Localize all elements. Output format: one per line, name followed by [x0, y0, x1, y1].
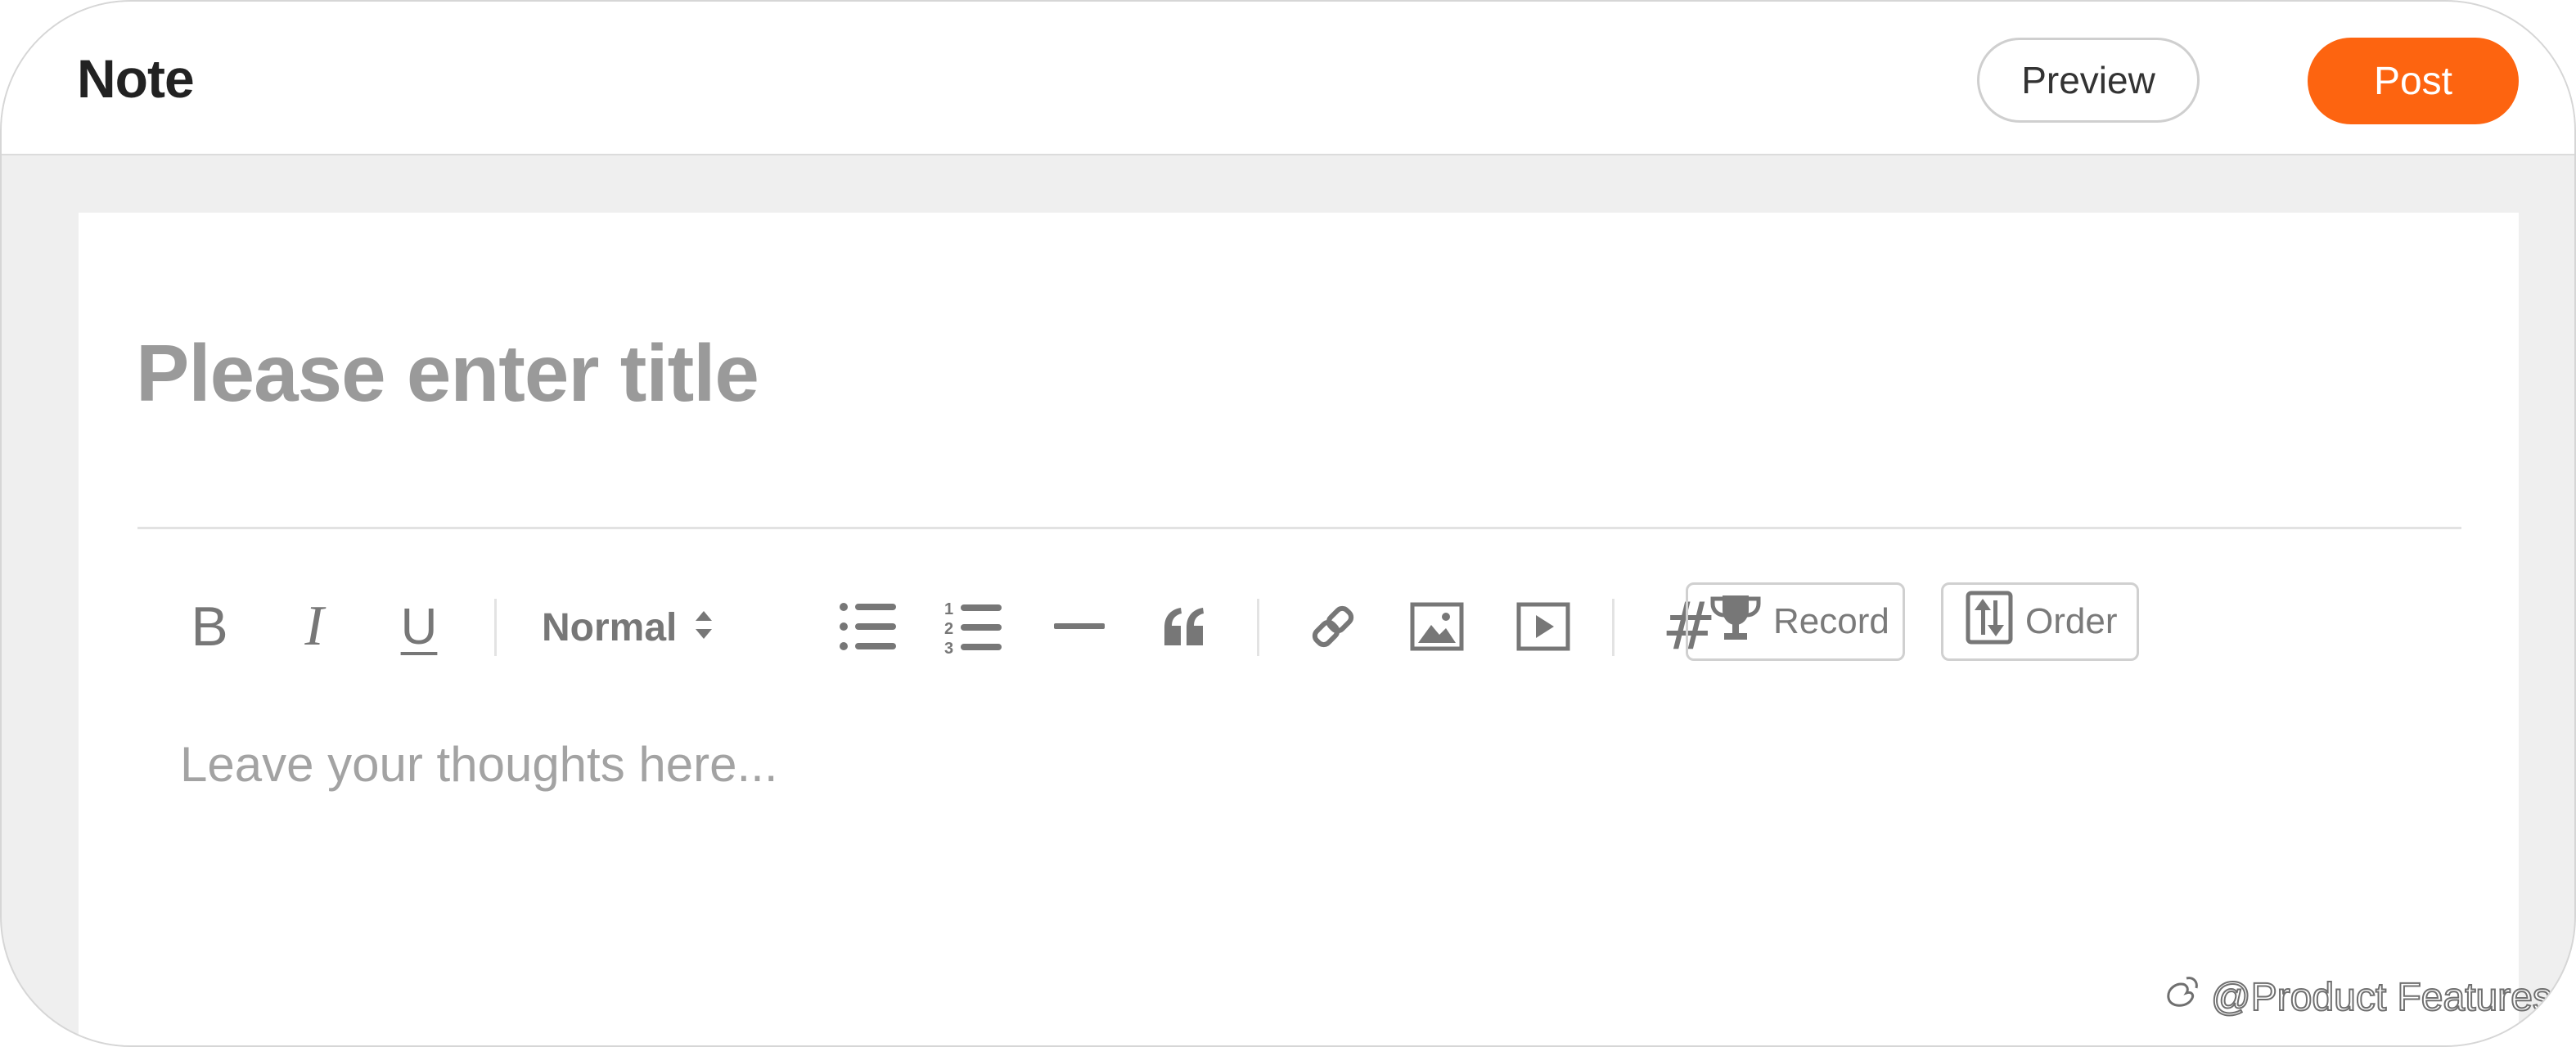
svg-text:1: 1	[944, 600, 953, 618]
italic-button[interactable]: I	[290, 594, 339, 659]
toolbar-separator	[1257, 599, 1259, 656]
title-input[interactable]: Please enter title	[136, 327, 2460, 420]
order-icon	[1965, 591, 2025, 654]
order-button[interactable]: Order	[1941, 582, 2139, 661]
video-button[interactable]	[1515, 594, 1571, 659]
body-input[interactable]: Leave your thoughts here...	[180, 736, 778, 793]
format-select[interactable]: Normal	[542, 592, 713, 663]
record-label: Record	[1773, 601, 1889, 641]
toolbar-separator	[1612, 599, 1615, 656]
order-label: Order	[2025, 601, 2118, 641]
watermark-text: @Product Features	[2210, 975, 2553, 1020]
underline-button[interactable]: U	[394, 592, 444, 661]
preview-button[interactable]: Preview	[1977, 38, 2200, 123]
sort-arrows-icon	[695, 605, 713, 650]
numbered-list-icon: 1 2 3	[944, 598, 1003, 655]
video-icon	[1516, 602, 1570, 651]
italic-icon: I	[304, 595, 324, 658]
format-select-value: Normal	[542, 605, 678, 649]
bullet-list-icon	[839, 600, 898, 653]
bold-icon: B	[191, 595, 228, 658]
record-button[interactable]: Record	[1686, 582, 1905, 661]
quote-icon	[1161, 606, 1207, 647]
editor-toolbar: B I U Normal 1 2 3 # Record Order	[79, 577, 2519, 667]
app-window: Note Preview Post Please enter title B I…	[0, 0, 2576, 1047]
title-divider	[137, 527, 2461, 529]
post-button[interactable]: Post	[2308, 38, 2519, 124]
svg-text:2: 2	[944, 620, 953, 638]
watermark: @Product Features	[2162, 973, 2553, 1021]
horizontal-rule-button[interactable]	[1052, 594, 1106, 659]
numbered-list-button[interactable]: 1 2 3	[943, 592, 1005, 661]
toolbar-separator	[494, 599, 497, 656]
svg-text:3: 3	[944, 640, 953, 655]
underline-icon: U	[400, 598, 438, 655]
image-icon	[1410, 602, 1464, 651]
image-button[interactable]	[1409, 594, 1465, 659]
editor-card: Please enter title B I U Normal 1 2 3 # …	[79, 213, 2519, 1045]
top-bar: Note Preview Post	[2, 2, 2574, 155]
page-title: Note	[77, 48, 195, 109]
quote-button[interactable]	[1159, 594, 1209, 659]
weibo-logo-icon	[2162, 973, 2201, 1021]
horizontal-rule-icon	[1054, 622, 1105, 631]
bullet-list-button[interactable]	[838, 594, 898, 659]
bold-button[interactable]: B	[185, 594, 234, 659]
link-icon	[1308, 602, 1358, 651]
link-button[interactable]	[1306, 594, 1360, 659]
trophy-icon	[1709, 592, 1773, 652]
